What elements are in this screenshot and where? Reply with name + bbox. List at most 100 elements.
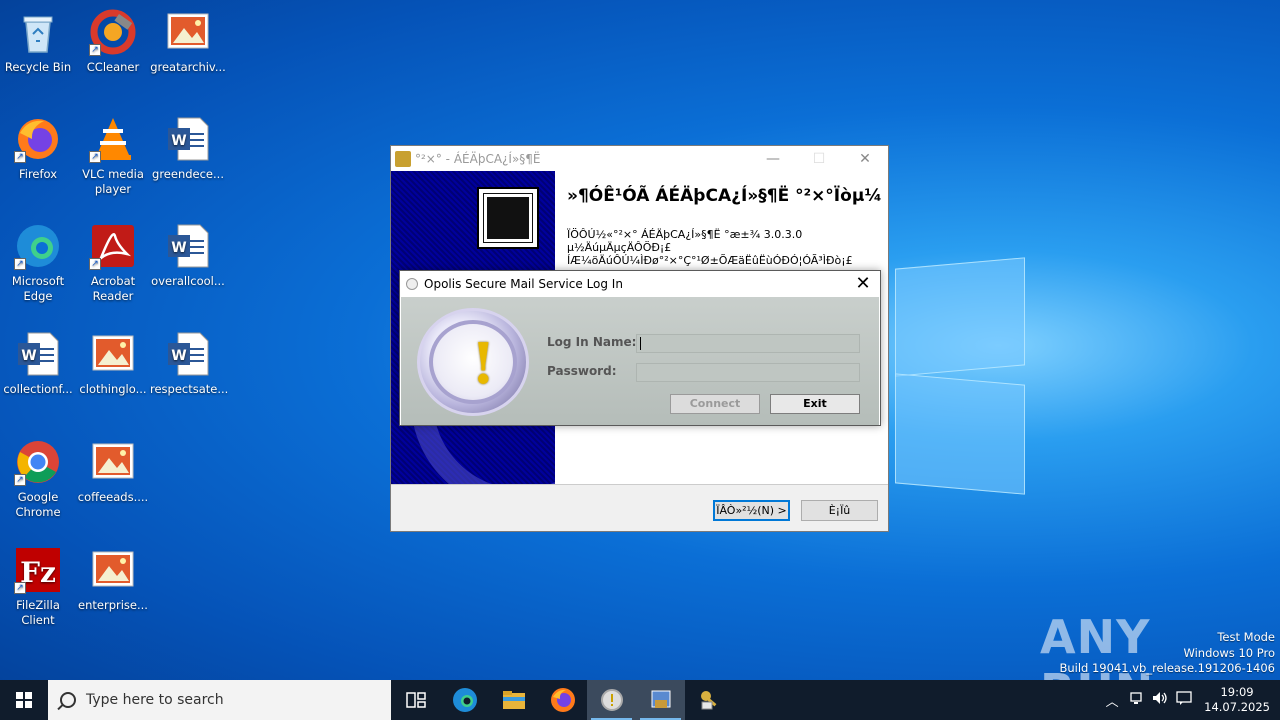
login-title: Opolis Secure Mail Service Log In [424,276,623,291]
desktop-icon-label: overallcool... [151,274,225,288]
word-doc-icon: W [14,330,62,378]
desktop-icon-label: Google Chrome [15,490,61,519]
edition-line: Windows 10 Pro [1183,645,1275,660]
chevron-up-icon[interactable]: ︿ [1100,691,1124,710]
close-button[interactable]: ✕ [842,151,888,167]
svg-text:W: W [171,240,186,256]
installer-icon [651,690,670,708]
chrome-icon: ↗ [14,438,62,486]
desktop-icon[interactable]: Wrespectsate... [150,330,229,397]
clock-date: 14.07.2025 [1204,700,1270,714]
cancel-button[interactable]: È¡Ïû [801,500,878,521]
desktop-icon-label: collectionf... [3,382,73,396]
desktop-icon[interactable]: clothinglo... [75,330,151,397]
connect-button[interactable]: Connect [670,394,760,414]
desktop-icon-label: enterprise... [78,598,148,612]
windows-icon [16,692,32,708]
desktop-icon-label: Microsoft Edge [11,274,65,303]
desktop-icon-label: VLC media player [82,167,144,196]
close-icon[interactable]: ✕ [846,273,880,294]
taskbar-search-box[interactable]: Type here to search [48,680,391,720]
search-icon [60,692,76,708]
word-doc-icon: W [164,222,212,270]
start-button[interactable] [0,680,48,720]
desktop-icon[interactable]: Wcollectionf... [0,330,76,397]
firefox-icon [550,688,575,712]
desktop-icon[interactable]: ↗ Google Chrome [0,438,76,520]
installer-computer-icon [477,187,539,249]
desktop-icon[interactable]: greatarchiv... [150,8,226,75]
notification-icon[interactable] [1172,691,1196,709]
maximize-button[interactable]: ☐ [796,151,842,167]
firefox-icon: ↗ [14,115,62,163]
password-field[interactable] [636,363,860,382]
desktop-icon[interactable]: Recycle Bin [0,8,76,75]
shortcut-arrow-icon: ↗ [89,44,101,56]
installer-recommendation: ÍÆ¼öÄúÔÚ¼ÌÐø°²×°Ç°¹Ø±ÕÆäËûËùÓÐÓ¦ÓÃ³ÌÐò¡£ [567,254,853,267]
image-file-icon [89,546,137,594]
installer-titlebar[interactable]: °²×° - ÁÉÄþCA¿Í»§¶Ë — ☐ ✕ [391,146,888,171]
word-doc-icon: W [164,330,212,378]
desktop-icon[interactable]: ↗ Acrobat Reader [75,222,151,304]
exit-button[interactable]: Exit [770,394,860,414]
svg-text:W: W [21,348,36,364]
taskbar: Type here to search ︿ 19:09 14.07.2025 [0,680,1280,720]
login-body: ! Log In Name: Password: Connect Exit [401,297,879,425]
minimize-button[interactable]: — [750,151,796,167]
desktop-icon[interactable]: Woverallcool... [150,222,226,289]
login-name-label: Log In Name: [547,335,637,349]
next-button[interactable]: ÏÂÒ»²½(N) > [713,500,790,521]
text-caret [640,337,641,350]
search-placeholder: Type here to search [86,692,224,708]
desktop-icon[interactable]: ↗ Microsoft Edge [0,222,76,304]
shortcut-arrow-icon: ↗ [14,151,26,163]
filezilla-icon: Fz ↗ [14,546,62,594]
login-name-field[interactable] [636,334,860,353]
taskbar-firefox[interactable] [538,680,587,720]
desktop-icon[interactable]: Wgreendece... [150,115,226,182]
recycle-bin-icon [14,8,62,56]
svg-text:W: W [171,133,186,149]
desktop-icon[interactable]: ↗ Firefox [0,115,76,182]
task-view-icon [405,692,426,708]
installer-footer: ÏÂÒ»²½(N) > È¡Ïû [391,484,888,531]
desktop-icon[interactable]: enterprise... [75,546,151,613]
wallpaper-windows-logo [895,255,1030,495]
login-app-icon [406,277,418,290]
network-icon[interactable] [1124,691,1148,709]
warning-icon: ! [417,308,529,416]
setup-keys-icon [395,150,411,167]
system-tray: ︿ 19:09 14.07.2025 [1100,680,1280,720]
volume-icon[interactable] [1148,691,1172,709]
desktop-icon-label: greatarchiv... [150,60,226,74]
desktop-icon[interactable]: ↗ VLC media player [75,115,151,197]
taskbar-login-app[interactable] [587,680,636,720]
clock[interactable]: 19:09 14.07.2025 [1196,685,1280,715]
taskbar-installer[interactable] [636,680,685,720]
shortcut-arrow-icon: ↗ [14,474,26,486]
installer-title: °²×° - ÁÉÄþCA¿Í»§¶Ë [415,151,541,166]
shortcut-arrow-icon: ↗ [14,258,26,270]
image-file-icon [89,438,137,486]
taskbar-setup-keys[interactable] [685,680,734,720]
file-explorer-icon [502,691,525,709]
installer-heading: »¶Ó­Ê¹ÓÃ ÁÉÄþCA¿Í»§¶Ë °²×°Ïòµ¼ [567,186,882,206]
desktop-icon[interactable]: Fz ↗ FileZilla Client [0,546,76,628]
taskbar-edge[interactable] [440,680,489,720]
password-label: Password: [547,364,617,378]
task-view-button[interactable] [391,680,440,720]
edge-icon: ↗ [14,222,62,270]
desktop-icon-label: Recycle Bin [4,60,72,74]
acrobat-icon: ↗ [89,222,137,270]
image-file-icon [89,330,137,378]
desktop-icon[interactable]: ↗ CCleaner [75,8,151,75]
build-line: Build 19041.vb_release.191206-1406 [1059,661,1275,675]
clock-time: 19:09 [1220,685,1254,699]
login-titlebar[interactable]: Opolis Secure Mail Service Log In ✕ [400,271,880,296]
test-mode-text: Test Mode Windows 10 Pro Build 19041.vb_… [1059,630,1275,677]
desktop-icon-label: Acrobat Reader [90,274,136,303]
desktop-icon[interactable]: coffeeads.... [75,438,151,505]
taskbar-file-explorer[interactable] [489,680,538,720]
image-file-icon [164,8,212,56]
desktop-icon-label: respectsate... [150,382,229,396]
